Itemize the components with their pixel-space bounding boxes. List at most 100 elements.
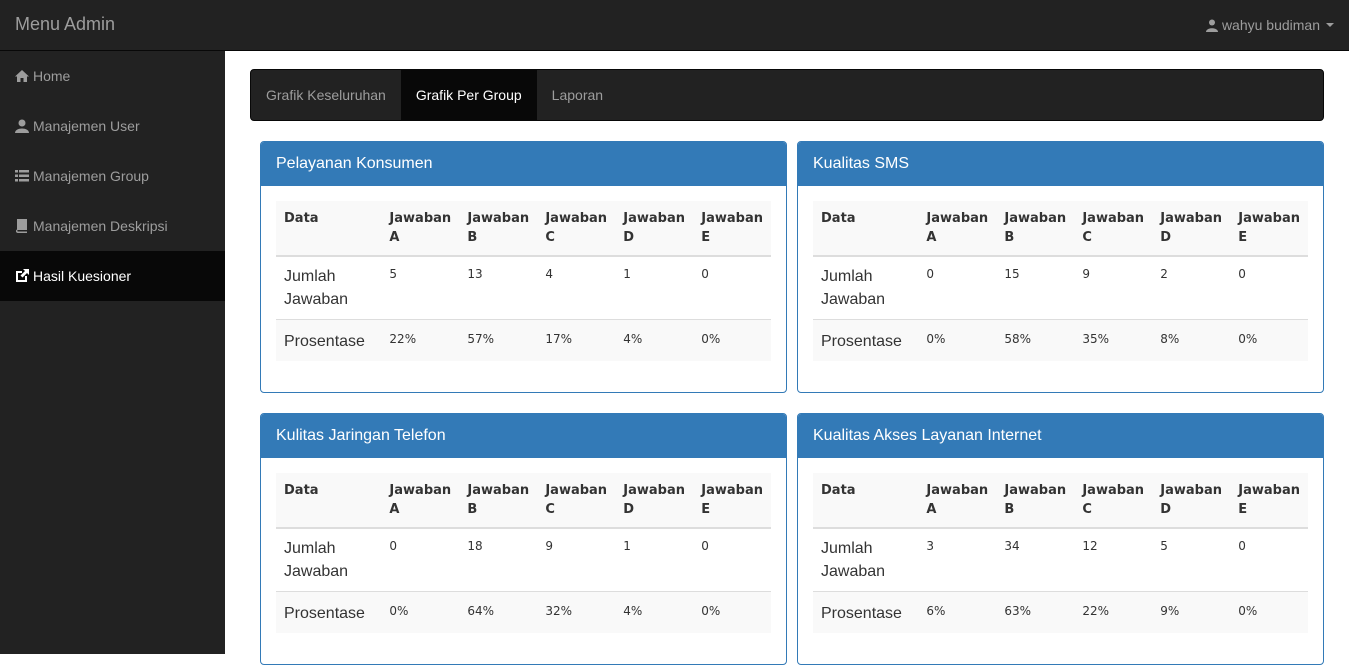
panel-title: Kualitas Akses Layanan Internet <box>798 414 1323 458</box>
column-header: Jawaban A <box>381 473 460 529</box>
table-cell: 57% <box>459 319 538 361</box>
sidebar-item-label: Manajemen User <box>33 118 140 134</box>
sidebar-item-manajemen-group[interactable]: Manajemen Group <box>0 151 225 201</box>
table-cell: 0 <box>693 255 771 320</box>
panel-group: Pelayanan Konsumen Data Jawaban A Jawaba… <box>260 141 787 393</box>
table-row-prosentase: Prosentase 6% 63% 22% 9% 0% <box>813 591 1308 633</box>
table-cell: 2 <box>1152 255 1231 320</box>
column-header: Jawaban E <box>1230 201 1308 257</box>
row-label: Prosentase <box>276 591 382 633</box>
column-header: Jawaban C <box>1074 201 1153 257</box>
table-row-prosentase: Prosentase 22% 57% 17% 4% 0% <box>276 319 771 361</box>
column-header: Data <box>276 201 382 257</box>
column-header: Jawaban D <box>615 473 694 529</box>
column-header: Jawaban A <box>381 201 460 257</box>
table-cell: 0 <box>693 527 771 592</box>
table-cell: 17% <box>537 319 616 361</box>
table-cell: 63% <box>996 591 1075 633</box>
table-header-row: Data Jawaban A Jawaban B Jawaban C Jawab… <box>813 473 1308 529</box>
column-header: Jawaban D <box>615 201 694 257</box>
row-label: Prosentase <box>813 319 919 361</box>
column-header: Jawaban A <box>918 473 997 529</box>
sidebar-item-manajemen-user[interactable]: Manajemen User <box>0 101 225 151</box>
column-header: Jawaban B <box>996 201 1075 257</box>
column-header: Jawaban A <box>918 201 997 257</box>
sidebar-item-label: Manajemen Group <box>33 168 149 184</box>
row-label: Jumlah Jawaban <box>276 527 382 592</box>
table-cell: 0% <box>693 591 771 633</box>
table-cell: 12 <box>1074 527 1153 592</box>
user-menu[interactable]: wahyu budiman <box>1205 17 1334 33</box>
table-cell: 5 <box>381 255 460 320</box>
table-cell: 4% <box>615 591 694 633</box>
table-cell: 18 <box>459 527 538 592</box>
column-header: Jawaban E <box>693 473 771 529</box>
panel-group: Kualitas Akses Layanan Internet Data Jaw… <box>797 413 1324 665</box>
panel-title: Kulitas Jaringan Telefon <box>261 414 786 458</box>
column-header: Jawaban C <box>537 473 616 529</box>
sidebar-item-label: Manajemen Deskripsi <box>33 218 168 234</box>
home-icon <box>15 70 29 82</box>
table-cell: 0% <box>1230 319 1308 361</box>
table-cell: 34 <box>996 527 1075 592</box>
column-header: Jawaban B <box>996 473 1075 529</box>
tab-grafik-keseluruhan[interactable]: Grafik Keseluruhan <box>251 70 401 120</box>
results-table: Data Jawaban A Jawaban B Jawaban C Jawab… <box>813 473 1308 633</box>
table-cell: 9 <box>537 527 616 592</box>
panel-group: Kualitas SMS Data Jawaban A Jawaban B Ja… <box>797 141 1324 393</box>
list-icon <box>15 170 29 182</box>
row-label: Jumlah Jawaban <box>276 255 382 320</box>
table-cell: 4% <box>615 319 694 361</box>
main-content: Grafik Keseluruhan Grafik Per Group Lapo… <box>225 51 1349 665</box>
panel-body: Data Jawaban A Jawaban B Jawaban C Jawab… <box>261 186 786 392</box>
chevron-down-icon <box>1326 23 1334 27</box>
column-header: Jawaban E <box>1230 473 1308 529</box>
table-header-row: Data Jawaban A Jawaban B Jawaban C Jawab… <box>813 201 1308 257</box>
panel-title: Kualitas SMS <box>798 142 1323 186</box>
table-cell: 1 <box>615 527 694 592</box>
sidebar-item-hasil-kuesioner[interactable]: Hasil Kuesioner <box>0 251 225 301</box>
row-label: Jumlah Jawaban <box>813 255 919 320</box>
table-cell: 22% <box>1074 591 1153 633</box>
panel-body: Data Jawaban A Jawaban B Jawaban C Jawab… <box>798 186 1323 392</box>
table-cell: 15 <box>996 255 1075 320</box>
table-cell: 0% <box>693 319 771 361</box>
panel-group: Kulitas Jaringan Telefon Data Jawaban A … <box>260 413 787 665</box>
table-cell: 0% <box>381 591 460 633</box>
results-table: Data Jawaban A Jawaban B Jawaban C Jawab… <box>813 201 1308 361</box>
book-icon <box>15 219 27 233</box>
table-cell: 9 <box>1074 255 1153 320</box>
table-cell: 0 <box>918 255 997 320</box>
table-row-jumlah: Jumlah Jawaban 0 18 9 1 0 <box>276 527 771 592</box>
column-header: Data <box>813 473 919 529</box>
table-cell: 0% <box>1230 591 1308 633</box>
brand-title[interactable]: Menu Admin <box>15 14 115 35</box>
column-header: Jawaban B <box>459 201 538 257</box>
sidebar: Home Manajemen User Manajemen Group Mana… <box>0 51 225 654</box>
sidebar-item-label: Home <box>33 68 71 84</box>
row-label: Prosentase <box>813 591 919 633</box>
table-cell: 9% <box>1152 591 1231 633</box>
table-cell: 8% <box>1152 319 1231 361</box>
tab-laporan[interactable]: Laporan <box>537 70 618 120</box>
table-row-prosentase: Prosentase 0% 64% 32% 4% 0% <box>276 591 771 633</box>
table-cell: 0 <box>1230 527 1308 592</box>
column-header: Data <box>813 201 919 257</box>
panel-body: Data Jawaban A Jawaban B Jawaban C Jawab… <box>798 458 1323 664</box>
panel-title: Pelayanan Konsumen <box>261 142 786 186</box>
column-header: Jawaban B <box>459 473 538 529</box>
table-cell: 6% <box>918 591 997 633</box>
table-row-jumlah: Jumlah Jawaban 5 13 4 1 0 <box>276 255 771 320</box>
user-name: wahyu budiman <box>1221 17 1320 33</box>
results-table: Data Jawaban A Jawaban B Jawaban C Jawab… <box>276 201 771 361</box>
table-cell: 5 <box>1152 527 1231 592</box>
sidebar-item-home[interactable]: Home <box>0 51 225 101</box>
column-header: Jawaban C <box>1074 473 1153 529</box>
sidebar-item-label: Hasil Kuesioner <box>33 268 132 284</box>
sidebar-item-manajemen-deskripsi[interactable]: Manajemen Deskripsi <box>0 201 225 251</box>
table-cell: 13 <box>459 255 538 320</box>
panel-body: Data Jawaban A Jawaban B Jawaban C Jawab… <box>261 458 786 664</box>
table-cell: 64% <box>459 591 538 633</box>
edit-icon <box>16 269 29 282</box>
tab-grafik-per-group[interactable]: Grafik Per Group <box>400 70 537 120</box>
